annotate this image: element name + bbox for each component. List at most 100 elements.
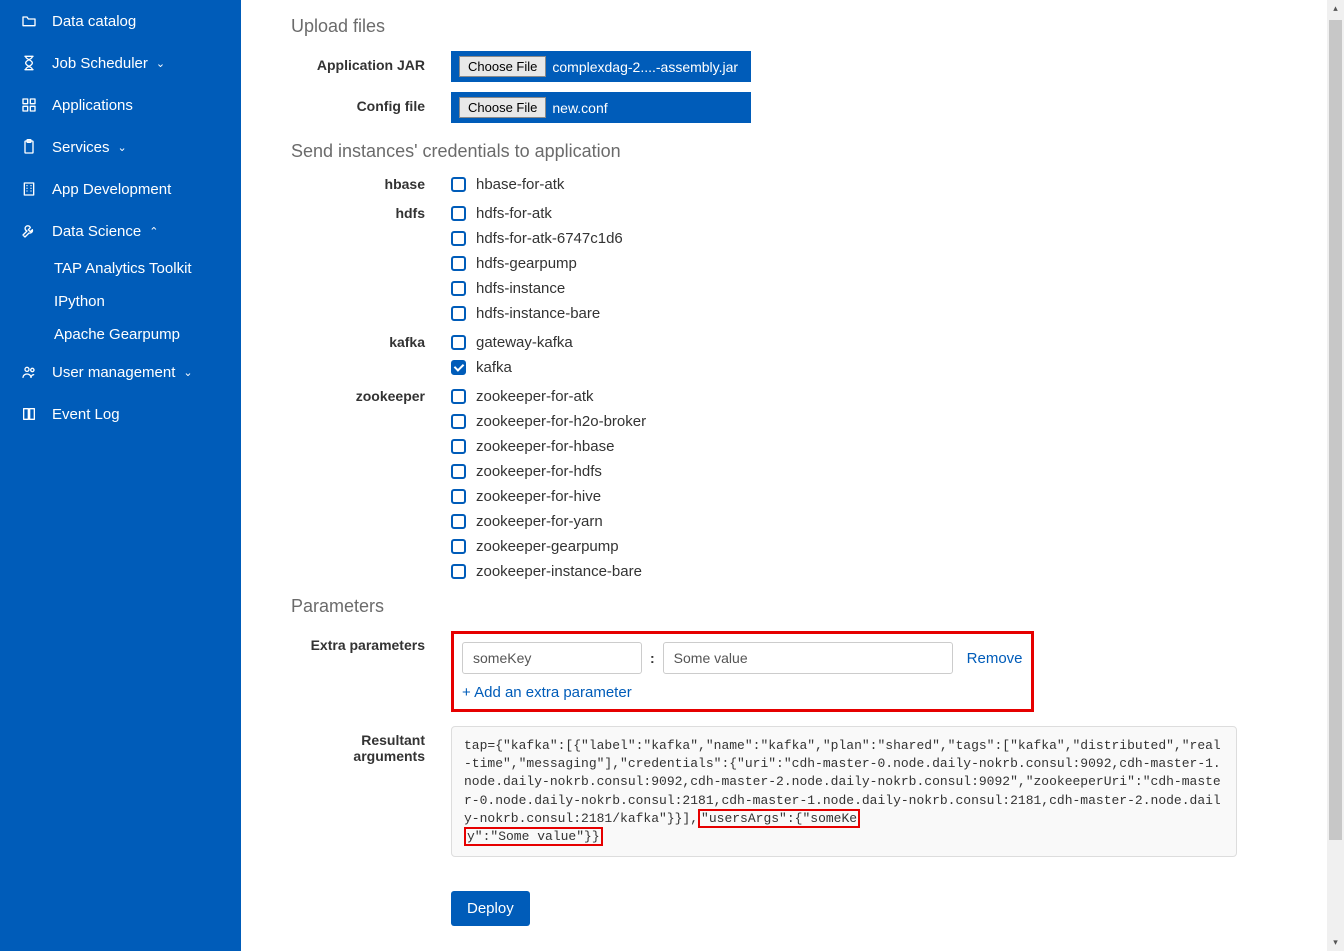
chevron-down-icon: ⌄	[183, 366, 192, 379]
checkbox[interactable]	[451, 414, 466, 429]
wrench-icon	[20, 222, 38, 240]
cred-item: hdfs-gearpump	[451, 255, 623, 272]
deploy-button[interactable]: Deploy	[451, 891, 530, 926]
sidebar-item-label: Data Science	[52, 223, 141, 240]
cred-item-label: zookeeper-for-hbase	[476, 438, 614, 455]
cred-group-label-zookeeper: zookeeper	[291, 388, 451, 404]
cred-item: zookeeper-for-atk	[451, 388, 646, 405]
data-science-submenu: TAP Analytics ToolkitIPythonApache Gearp…	[0, 252, 241, 351]
param-key-input[interactable]	[462, 642, 642, 674]
upload-files-title: Upload files	[291, 16, 1291, 37]
cred-item: hdfs-instance-bare	[451, 305, 623, 322]
config-file-label: Config file	[291, 92, 451, 114]
sidebar-item-app-development[interactable]: App Development	[0, 168, 241, 210]
checkbox[interactable]	[451, 335, 466, 350]
config-file-picker[interactable]: Choose File new.conf	[451, 92, 751, 123]
cred-group-label-hdfs: hdfs	[291, 205, 451, 221]
chevron-down-icon: ⌄	[156, 57, 165, 70]
cred-item: hdfs-for-atk-6747c1d6	[451, 230, 623, 247]
cred-item-label: gateway-kafka	[476, 334, 573, 351]
extra-params-box: : Remove + Add an extra parameter	[451, 631, 1034, 712]
checkbox[interactable]	[451, 306, 466, 321]
cred-item-label: hbase-for-atk	[476, 176, 564, 193]
parameters-title: Parameters	[291, 596, 1291, 617]
checkbox[interactable]	[451, 489, 466, 504]
chevron-down-icon: ⌄	[118, 141, 127, 154]
param-value-input[interactable]	[663, 642, 953, 674]
sidebar-item-user-management[interactable]: User management ⌄	[0, 351, 241, 393]
sidebar-item-label: User management	[52, 364, 175, 381]
cred-item: kafka	[451, 359, 573, 376]
cred-list-hbase: hbase-for-atk	[451, 176, 564, 193]
checkbox[interactable]	[451, 206, 466, 221]
sidebar-subitem-ipython[interactable]: IPython	[54, 285, 241, 318]
cred-item: hbase-for-atk	[451, 176, 564, 193]
cred-item: zookeeper-for-hive	[451, 488, 646, 505]
param-colon: :	[650, 650, 655, 666]
scroll-up-arrow[interactable]: ▴	[1327, 0, 1344, 17]
cred-list-hdfs: hdfs-for-atk hdfs-for-atk-6747c1d6 hdfs-ge…	[451, 205, 623, 322]
cred-group-label-hbase: hbase	[291, 176, 451, 192]
checkbox[interactable]	[451, 256, 466, 271]
app-jar-filename: complexdag-2....-assembly.jar	[552, 59, 738, 75]
sidebar-item-data-science[interactable]: Data Science ⌃	[0, 210, 241, 252]
cred-item-label: hdfs-instance	[476, 280, 565, 297]
checkbox[interactable]	[451, 439, 466, 454]
checkbox[interactable]	[451, 177, 466, 192]
chevron-up-icon: ⌃	[149, 225, 158, 238]
sidebar-item-applications[interactable]: Applications	[0, 84, 241, 126]
sidebar-item-label: Event Log	[52, 406, 120, 423]
sidebar-subitem-apache-gearpump[interactable]: Apache Gearpump	[54, 318, 241, 351]
checkbox[interactable]	[451, 389, 466, 404]
sidebar-item-label: Data catalog	[52, 13, 136, 30]
checkbox[interactable]	[451, 564, 466, 579]
vertical-scrollbar[interactable]: ▴ ▾	[1327, 0, 1344, 951]
scroll-thumb[interactable]	[1329, 20, 1342, 840]
add-param-link[interactable]: + Add an extra parameter	[462, 684, 632, 701]
clipboard-icon	[20, 138, 38, 156]
cred-item: zookeeper-for-hbase	[451, 438, 646, 455]
extra-params-label: Extra parameters	[291, 631, 451, 653]
cred-item: zookeeper-for-h2o-broker	[451, 413, 646, 430]
checkbox[interactable]	[451, 231, 466, 246]
checkbox[interactable]	[451, 360, 466, 375]
sidebar-item-event-log[interactable]: Event Log	[0, 393, 241, 435]
result-highlight-2: y":"Some value"}}	[464, 827, 603, 846]
result-args-label: Resultant arguments	[291, 726, 451, 764]
cred-item: zookeeper-gearpump	[451, 538, 646, 555]
checkbox[interactable]	[451, 514, 466, 529]
users-icon	[20, 363, 38, 381]
cred-item-label: hdfs-gearpump	[476, 255, 577, 272]
result-highlight-1: "usersArgs":{"someKe	[698, 809, 860, 828]
checkbox[interactable]	[451, 539, 466, 554]
checkbox[interactable]	[451, 464, 466, 479]
cred-item-label: zookeeper-for-atk	[476, 388, 594, 405]
sidebar-item-label: App Development	[52, 181, 171, 198]
cred-item: zookeeper-for-yarn	[451, 513, 646, 530]
cred-item: hdfs-instance	[451, 280, 623, 297]
folder-icon	[20, 12, 38, 30]
cred-item-label: zookeeper-for-hdfs	[476, 463, 602, 480]
sidebar-item-job-scheduler[interactable]: Job Scheduler ⌄	[0, 42, 241, 84]
remove-param-link[interactable]: Remove	[967, 650, 1023, 667]
cred-item-label: hdfs-for-atk	[476, 205, 552, 222]
cred-item: hdfs-for-atk	[451, 205, 623, 222]
choose-file-button[interactable]: Choose File	[459, 97, 546, 118]
cred-item-label: zookeeper-for-hive	[476, 488, 601, 505]
choose-file-button[interactable]: Choose File	[459, 56, 546, 77]
sidebar-subitem-tap-analytics-toolkit[interactable]: TAP Analytics Toolkit	[54, 252, 241, 285]
app-jar-label: Application JAR	[291, 51, 451, 73]
sidebar-item-data-catalog[interactable]: Data catalog	[0, 0, 241, 42]
checkbox[interactable]	[451, 281, 466, 296]
sidebar-item-label: Job Scheduler	[52, 55, 148, 72]
cred-item: zookeeper-instance-bare	[451, 563, 646, 580]
building-icon	[20, 180, 38, 198]
cred-item: zookeeper-for-hdfs	[451, 463, 646, 480]
scroll-down-arrow[interactable]: ▾	[1327, 934, 1344, 951]
app-jar-file-picker[interactable]: Choose File complexdag-2....-assembly.ja…	[451, 51, 751, 82]
sidebar: Data catalog Job Scheduler ⌄ ApplicationsSe…	[0, 0, 241, 951]
cred-item: gateway-kafka	[451, 334, 573, 351]
cred-list-kafka: gateway-kafka kafka	[451, 334, 573, 376]
sidebar-item-services[interactable]: Services⌄	[0, 126, 241, 168]
cred-list-zookeeper: zookeeper-for-atk zookeeper-for-h2o-broke…	[451, 388, 646, 580]
